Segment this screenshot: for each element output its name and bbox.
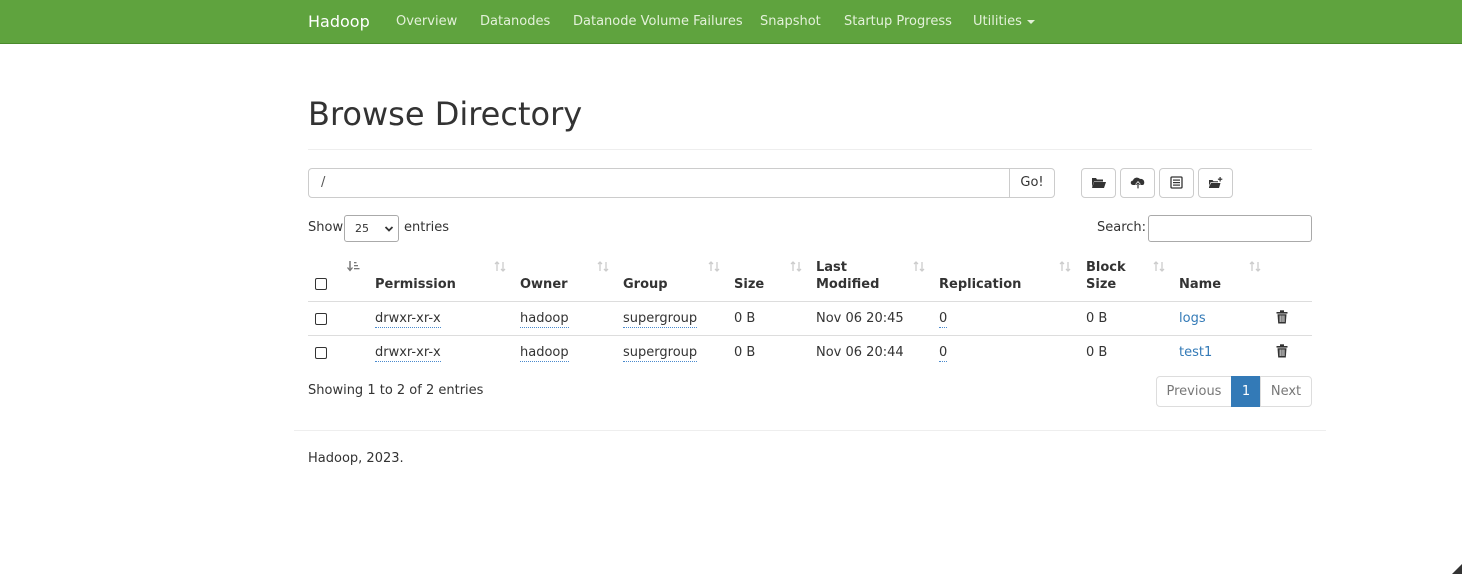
folder-plus-icon (1209, 177, 1223, 188)
header-block-size-line1: Block (1086, 260, 1126, 275)
upload-files-button[interactable] (1120, 168, 1155, 198)
cell-group[interactable]: supergroup (623, 345, 698, 362)
sort-icon[interactable] (494, 261, 506, 272)
sort-asc-icon[interactable] (347, 260, 361, 272)
header-last-modified-line1: Last (816, 260, 848, 275)
cell-last-modified: Nov 06 20:44 (816, 345, 904, 360)
directory-path-input[interactable]: / (308, 168, 1010, 198)
top-navbar: Hadoop Overview Datanodes Datanode Volum… (0, 0, 1462, 44)
entries-label: entries (404, 220, 450, 235)
header-group[interactable]: Group (623, 276, 668, 293)
table-header-divider (308, 301, 1312, 302)
resize-handle-icon (1452, 564, 1462, 574)
folder-open-icon (1092, 178, 1106, 188)
browse-directory-button[interactable] (1081, 168, 1116, 198)
header-name[interactable]: Name (1179, 276, 1221, 293)
title-divider (308, 149, 1312, 150)
cell-name-link[interactable]: logs (1179, 311, 1206, 326)
row-checkbox[interactable] (315, 347, 327, 359)
previous-page-button[interactable]: Previous (1156, 376, 1232, 407)
cell-name-link[interactable]: test1 (1179, 345, 1212, 360)
header-permission[interactable]: Permission (375, 276, 456, 293)
nav-utilities-dropdown[interactable]: Utilities (973, 14, 1035, 29)
header-block-size-line2: Size (1086, 277, 1117, 292)
sort-icon[interactable] (597, 261, 609, 272)
cell-size: 0 B (734, 345, 756, 360)
show-label: Show (308, 220, 344, 235)
page-size-select[interactable]: 25 (344, 215, 399, 242)
page-title: Browse Directory (308, 95, 583, 133)
sort-icon[interactable] (913, 261, 925, 272)
sort-icon[interactable] (790, 261, 802, 272)
nav-startup-progress[interactable]: Startup Progress (844, 14, 952, 29)
search-input[interactable] (1148, 215, 1312, 242)
cell-group[interactable]: supergroup (623, 311, 698, 328)
cell-size: 0 B (734, 311, 756, 326)
cell-replication[interactable]: 0 (939, 345, 948, 362)
cell-owner[interactable]: hadoop (520, 311, 569, 328)
cell-last-modified: Nov 06 20:45 (816, 311, 904, 326)
cell-owner[interactable]: hadoop (520, 345, 569, 362)
row-checkbox[interactable] (315, 313, 327, 325)
nav-datanodes[interactable]: Datanodes (480, 14, 550, 29)
select-all-checkbox[interactable] (315, 278, 327, 290)
caret-down-icon (1026, 19, 1035, 24)
table-info: Showing 1 to 2 of 2 entries (308, 383, 484, 398)
sort-icon[interactable] (1249, 261, 1261, 272)
sort-icon[interactable] (1153, 261, 1165, 272)
chevron-down-icon (384, 226, 394, 232)
cell-permission[interactable]: drwxr-xr-x (375, 311, 441, 328)
nav-datanode-volume-failures[interactable]: Datanode Volume Failures (573, 14, 743, 29)
header-owner[interactable]: Owner (520, 276, 568, 293)
nav-utilities-label: Utilities (973, 14, 1022, 29)
header-last-modified-line2: Modified (816, 277, 880, 292)
header-replication[interactable]: Replication (939, 276, 1021, 293)
footer-text: Hadoop, 2023. (308, 451, 404, 466)
row-divider (308, 335, 1312, 336)
sort-icon[interactable] (1059, 261, 1071, 272)
nav-overview[interactable]: Overview (396, 14, 457, 29)
search-label: Search: (1097, 220, 1147, 235)
cloud-upload-icon (1130, 177, 1145, 189)
cell-replication[interactable]: 0 (939, 311, 948, 328)
cell-permission[interactable]: drwxr-xr-x (375, 345, 441, 362)
cell-block-size: 0 B (1086, 345, 1108, 360)
header-size[interactable]: Size (734, 276, 764, 293)
trash-icon[interactable] (1276, 344, 1288, 358)
view-log-button[interactable] (1159, 168, 1194, 198)
page-size-value: 25 (355, 222, 369, 235)
header-last-modified[interactable]: Last Modified (816, 259, 879, 293)
header-block-size[interactable]: Block Size (1086, 259, 1126, 293)
cell-block-size: 0 B (1086, 311, 1108, 326)
footer-divider (294, 430, 1326, 431)
page-1-button[interactable]: 1 (1231, 376, 1261, 407)
go-button[interactable]: Go! (1009, 168, 1055, 198)
next-page-button[interactable]: Next (1260, 376, 1312, 407)
trash-icon[interactable] (1276, 310, 1288, 324)
brand-link[interactable]: Hadoop (308, 12, 370, 31)
create-directory-button[interactable] (1198, 168, 1233, 198)
nav-snapshot[interactable]: Snapshot (760, 14, 821, 29)
list-alt-icon (1170, 176, 1183, 189)
sort-icon[interactable] (708, 261, 720, 272)
